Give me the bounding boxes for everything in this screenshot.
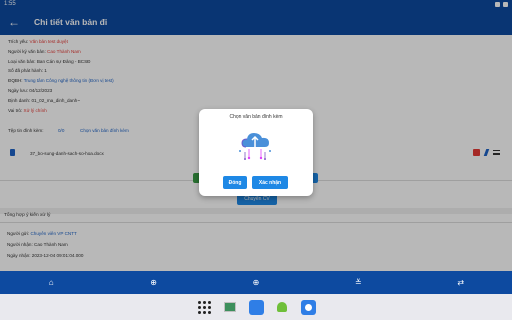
android-icon[interactable]	[273, 298, 291, 316]
choose-attachment-dialog: Chọn văn bản đính kèm Đóng Xác nhận	[199, 109, 313, 196]
camera-icon[interactable]	[299, 298, 317, 316]
gallery-icon[interactable]	[221, 298, 239, 316]
bottom-navigation: ⌂ ⊕ ⊕ ≚ ⇄	[0, 271, 512, 294]
app-grid-icon[interactable]	[195, 298, 213, 316]
add-circle-icon-2[interactable]: ⊕	[250, 277, 262, 289]
confirm-button[interactable]: Xác nhận	[252, 176, 288, 189]
dialog-title: Chọn văn bản đính kèm	[229, 114, 283, 120]
tune-icon[interactable]: ≚	[352, 277, 364, 289]
add-circle-icon[interactable]: ⊕	[148, 277, 160, 289]
close-button[interactable]: Đóng	[223, 176, 247, 189]
system-taskbar	[0, 294, 512, 320]
photos-icon[interactable]	[247, 298, 265, 316]
swap-icon[interactable]: ⇄	[455, 277, 467, 289]
cloud-upload-icon	[239, 133, 271, 160]
home-icon[interactable]: ⌂	[45, 277, 57, 289]
